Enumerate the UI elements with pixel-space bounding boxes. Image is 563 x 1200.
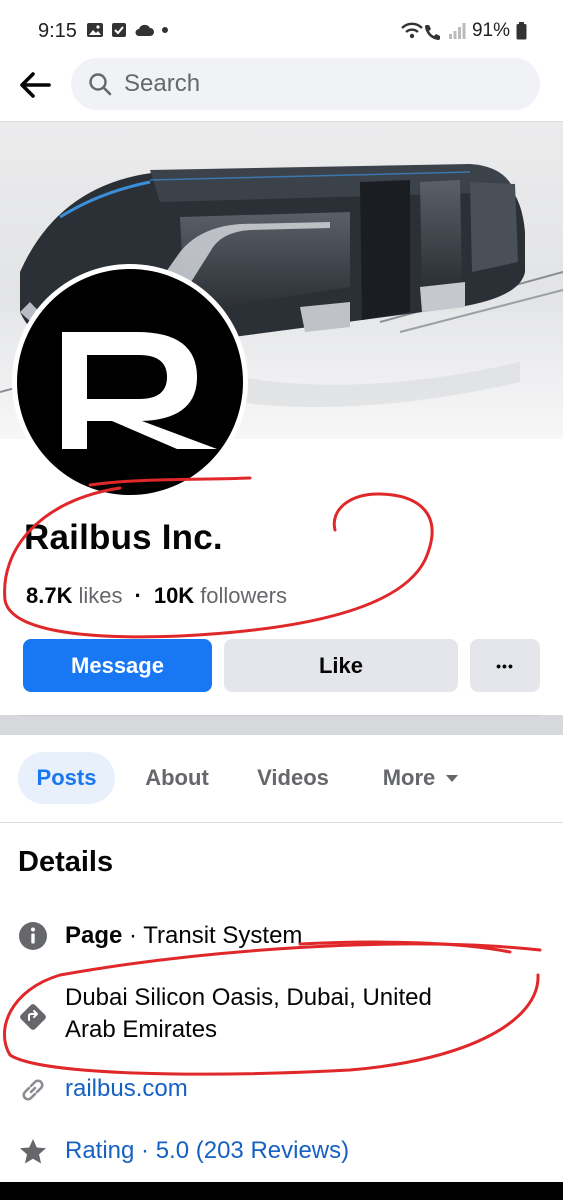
status-time: 9:15	[38, 20, 77, 42]
page-tabs: Posts About Videos More	[0, 752, 563, 806]
page-category: · Transit System	[122, 922, 303, 949]
battery-percent: 91%	[471, 20, 510, 41]
wifi-calling-icon	[401, 22, 440, 41]
signal-icon	[448, 23, 466, 39]
section-separator	[0, 715, 563, 735]
gallery-icon	[87, 23, 103, 37]
tab-more[interactable]: More	[362, 752, 480, 804]
profile-picture[interactable]	[12, 264, 248, 500]
back-button[interactable]	[14, 64, 56, 106]
address-line-1: Dubai Silicon Oasis, Dubai, United	[65, 984, 432, 1011]
navigation-bar	[0, 1182, 563, 1200]
search-icon	[88, 71, 114, 97]
tabs-divider	[0, 822, 563, 823]
more-dots-icon: •••	[496, 657, 514, 674]
detail-website[interactable]: railbus.com	[18, 1075, 188, 1105]
detail-page-category: Page · Transit System	[18, 921, 302, 951]
tab-videos[interactable]: Videos	[240, 752, 346, 804]
cloud-icon	[135, 24, 154, 36]
details-heading: Details	[18, 846, 114, 878]
star-icon	[18, 1137, 48, 1167]
followers-label: followers	[200, 583, 287, 608]
tab-about[interactable]: About	[128, 752, 226, 804]
detail-address[interactable]: Dubai Silicon Oasis, Dubai, United Arab …	[18, 982, 432, 1043]
page-title: Railbus Inc.	[24, 518, 223, 557]
rating-link[interactable]: Rating · 5.0 (203 Reviews)	[65, 1135, 349, 1167]
link-icon	[18, 1075, 48, 1105]
caret-down-icon	[446, 774, 459, 782]
railbus-logo	[17, 269, 243, 495]
search-input[interactable]	[124, 70, 504, 98]
tab-posts[interactable]: Posts	[18, 752, 115, 804]
likes-count: 8.7K	[26, 583, 73, 608]
directions-icon	[18, 1002, 48, 1032]
more-options-button[interactable]: •••	[470, 639, 540, 692]
website-link[interactable]: railbus.com	[65, 1073, 188, 1105]
followers-count: 10K	[153, 583, 195, 608]
message-button[interactable]: Message	[23, 639, 212, 692]
battery-icon	[516, 22, 527, 40]
search-bar[interactable]	[71, 58, 540, 110]
detail-rating[interactable]: Rating · 5.0 (203 Reviews)	[18, 1137, 349, 1167]
like-button[interactable]: Like	[224, 639, 458, 692]
info-icon	[18, 921, 48, 951]
dot-icon	[162, 27, 168, 33]
page-stats[interactable]: 8.7K likes · 10K followers	[26, 583, 287, 609]
back-arrow-icon	[20, 72, 51, 98]
status-bar: 9:15 91%	[0, 0, 563, 60]
address-line-2: Arab Emirates	[65, 1016, 218, 1043]
tab-more-label: More	[382, 765, 436, 790]
checkbox-icon	[112, 23, 126, 37]
page-label: Page	[65, 922, 123, 949]
stats-separator: ·	[134, 583, 142, 608]
likes-label: likes	[78, 583, 123, 608]
